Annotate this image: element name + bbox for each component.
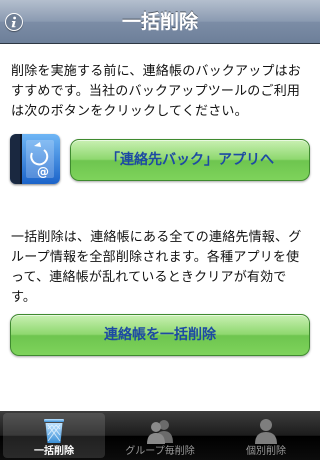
tab-bar: 一括削除 グループ毎削除 個別削除 [0,411,320,460]
navigation-bar: 一括削除 [0,0,320,44]
tab-bulk-delete[interactable]: 一括削除 [3,413,105,458]
delete-all-contacts-button[interactable]: 連絡帳を一括削除 [10,314,310,356]
delete-notice-text: 一括削除は、連絡帳にある全ての連絡先情報、グループ情報を全部削除されます。各種ア… [11,230,302,305]
group-icon [109,417,211,445]
backup-app-button[interactable]: 「連絡先バック」アプリへ [70,139,310,181]
contacts-backup-app-icon[interactable]: @ [10,134,60,184]
tab-label: 個別削除 [246,446,286,457]
tab-label: グループ毎削除 [125,446,195,457]
trash-icon [3,417,105,445]
tab-label: 一括削除 [34,446,74,457]
page-title: 一括削除 [121,11,198,33]
tab-group-delete[interactable]: グループ毎削除 [109,413,211,458]
backup-notice-text: 削除を実施する前に、連絡帳のバックアップはおすすめです。当社のバックアップツール… [11,64,302,119]
svg-text:@: @ [37,165,49,179]
tab-individual-delete[interactable]: 個別削除 [215,413,317,458]
person-icon [215,417,317,445]
